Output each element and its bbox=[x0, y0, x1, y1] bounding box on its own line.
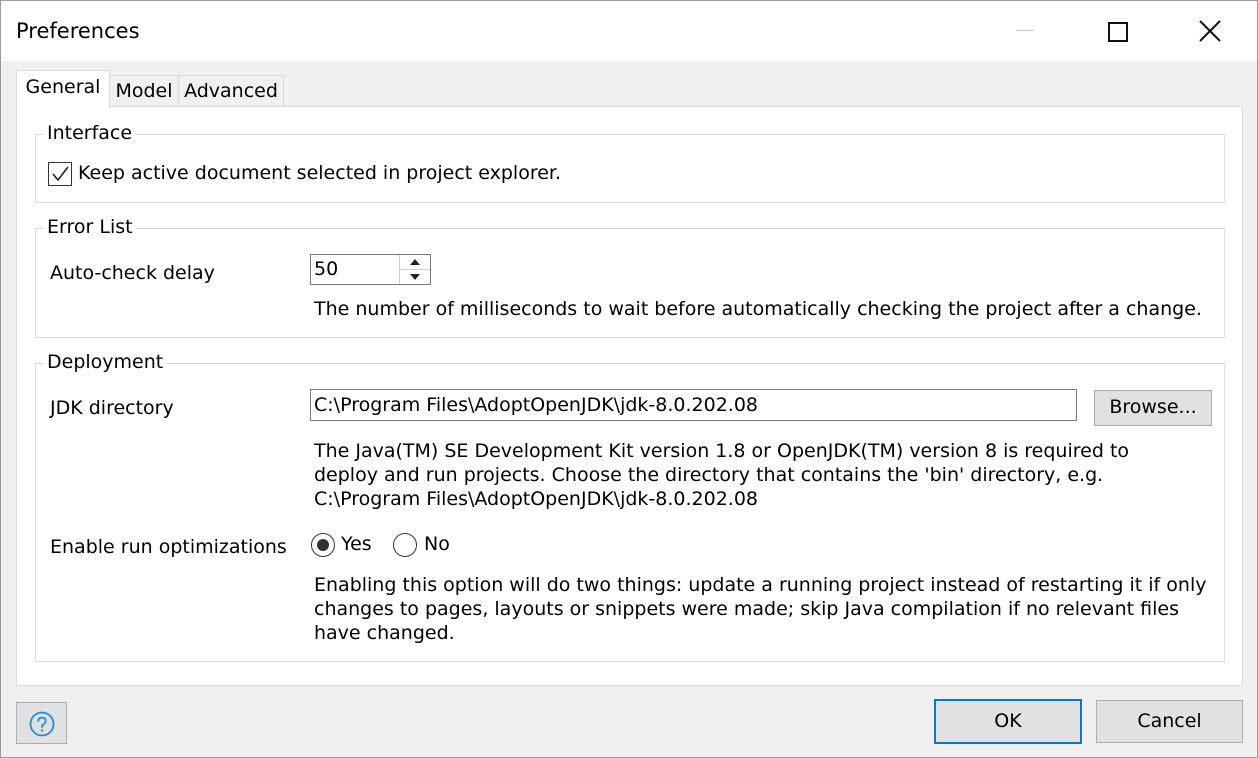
keep-active-label[interactable]: Keep active document selected in project… bbox=[78, 162, 561, 184]
auto-check-delay-stepper[interactable]: 50 bbox=[310, 254, 431, 285]
tab-general-label: General bbox=[25, 76, 101, 98]
arrow-down-icon bbox=[410, 274, 420, 280]
window-title: Preferences bbox=[16, 19, 140, 43]
minimize-icon bbox=[1016, 30, 1034, 31]
maximize-icon bbox=[1108, 22, 1128, 42]
minimize-button[interactable] bbox=[979, 1, 1071, 61]
deployment-legend: Deployment bbox=[44, 351, 167, 373]
tab-model[interactable]: Model bbox=[109, 75, 179, 106]
run-optimizations-no-label[interactable]: No bbox=[424, 533, 450, 555]
jdk-description-line-3: C:\Program Files\AdoptOpenJDK\jdk-8.0.20… bbox=[314, 488, 759, 510]
run-optimizations-description-line-2: changes to pages, layouts or snippets we… bbox=[314, 598, 1179, 620]
close-button[interactable] bbox=[1163, 1, 1255, 61]
auto-check-delay-label: Auto-check delay bbox=[50, 262, 215, 284]
interface-legend: Interface bbox=[44, 122, 136, 144]
error-list-legend: Error List bbox=[44, 216, 136, 238]
preferences-dialog: Preferences General Model Advanced Inter… bbox=[0, 0, 1258, 758]
radio-selected-dot bbox=[317, 539, 329, 551]
cancel-button-label: Cancel bbox=[1137, 710, 1202, 732]
tab-advanced-label: Advanced bbox=[184, 80, 278, 102]
jdk-description-line-1: The Java(TM) SE Development Kit version … bbox=[314, 440, 1130, 462]
run-optimizations-description-line-1: Enabling this option will do two things:… bbox=[314, 574, 1207, 596]
stepper-up-button[interactable] bbox=[400, 255, 430, 270]
maximize-button[interactable] bbox=[1071, 1, 1163, 61]
ok-button[interactable]: OK bbox=[934, 699, 1082, 744]
ok-button-label: OK bbox=[994, 710, 1022, 732]
auto-check-delay-description: The number of milliseconds to wait befor… bbox=[314, 298, 1202, 320]
browse-button-label: Browse... bbox=[1109, 396, 1197, 418]
jdk-directory-field[interactable]: C:\Program Files\AdoptOpenJDK\jdk-8.0.20… bbox=[310, 389, 1077, 421]
auto-check-delay-value[interactable]: 50 bbox=[314, 258, 338, 280]
help-icon bbox=[29, 711, 55, 737]
run-optimizations-label: Enable run optimizations bbox=[50, 536, 287, 558]
title-bar[interactable]: Preferences bbox=[1, 1, 1257, 61]
run-optimizations-no-radio[interactable] bbox=[393, 533, 417, 557]
tab-advanced[interactable]: Advanced bbox=[178, 75, 284, 106]
run-optimizations-yes-radio[interactable] bbox=[311, 533, 335, 557]
arrow-up-icon bbox=[410, 259, 420, 265]
run-optimizations-yes-label[interactable]: Yes bbox=[341, 533, 372, 555]
close-icon bbox=[1199, 20, 1221, 42]
tab-model-label: Model bbox=[115, 80, 173, 102]
keep-active-checkbox[interactable] bbox=[48, 162, 72, 186]
stepper-buttons bbox=[399, 255, 430, 284]
cancel-button[interactable]: Cancel bbox=[1096, 700, 1243, 743]
help-button[interactable] bbox=[16, 702, 67, 744]
tab-general[interactable]: General bbox=[16, 70, 110, 108]
browse-button[interactable]: Browse... bbox=[1094, 390, 1212, 426]
checkmark-icon bbox=[52, 166, 69, 182]
jdk-description-line-2: deploy and run projects. Choose the dire… bbox=[314, 464, 1104, 486]
stepper-down-button[interactable] bbox=[400, 270, 430, 284]
jdk-directory-label: JDK directory bbox=[50, 397, 174, 419]
jdk-directory-value[interactable]: C:\Program Files\AdoptOpenJDK\jdk-8.0.20… bbox=[314, 394, 758, 416]
run-optimizations-description-line-3: have changed. bbox=[314, 622, 455, 644]
